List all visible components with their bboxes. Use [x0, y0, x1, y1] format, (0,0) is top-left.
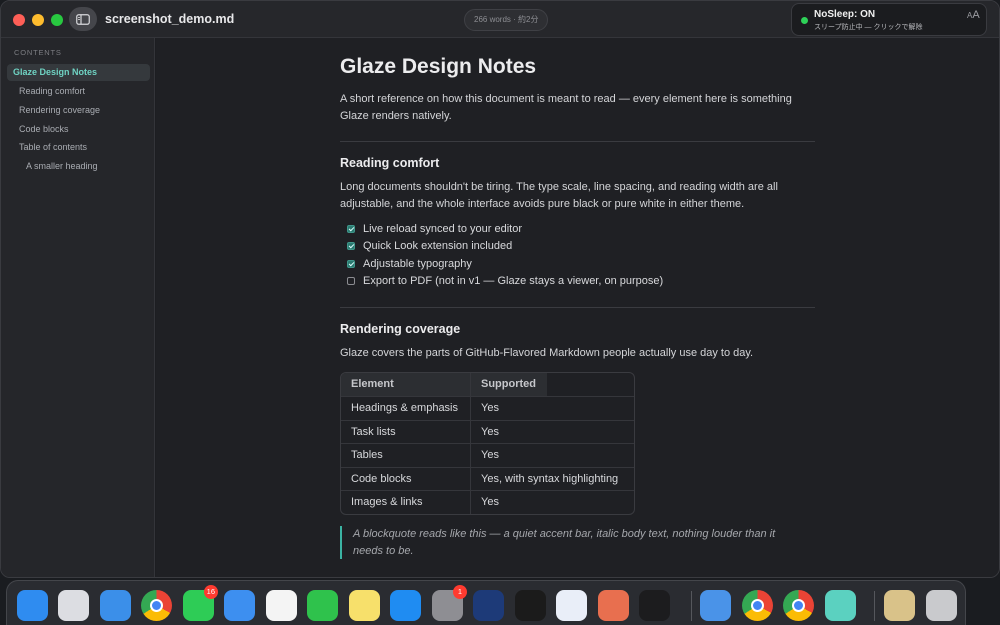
photos-icon[interactable] — [266, 590, 297, 621]
launchpad-icon[interactable] — [58, 590, 89, 621]
safari-icon[interactable] — [100, 590, 131, 621]
table-cell: Tables — [341, 444, 471, 467]
dock-separator — [691, 591, 692, 621]
table-cell: Task lists — [341, 420, 471, 444]
chrome-icon[interactable] — [141, 590, 172, 621]
text-size-button[interactable]: AA — [967, 9, 991, 29]
glaze-icon[interactable] — [825, 590, 856, 621]
task-label: Quick Look extension included — [363, 240, 513, 252]
quote-line-2: needs to be. — [353, 544, 414, 557]
sidebar-icon — [76, 13, 90, 25]
mail-icon[interactable] — [224, 590, 255, 621]
reading-paragraph: Long documents shouldn't be tiring. The … — [340, 179, 778, 212]
messages-icon[interactable]: 16 — [183, 585, 218, 621]
reading-line-2: adjustable, and the whole interface avoi… — [340, 197, 745, 210]
nosleep-notification[interactable]: NoSleep: ON スリープ防止中 — クリックで解除 — [791, 3, 987, 36]
blockquote: A blockquote reads like this — a quiet a… — [340, 526, 815, 559]
trash-icon[interactable] — [926, 590, 957, 621]
document-content[interactable]: Glaze Design Notes A short reference on … — [156, 38, 999, 578]
checkbox-checked[interactable] — [347, 260, 355, 268]
task-label: Adjustable typography — [363, 258, 472, 270]
table-header-cell: Element — [341, 373, 471, 396]
section-heading-rendering-coverage: Rendering coverage — [340, 322, 461, 336]
sidebar-toggle-button[interactable] — [69, 7, 97, 31]
toc-item-reading-comfort[interactable]: Reading comfort — [19, 83, 85, 100]
table-header: Element Supported — [341, 373, 634, 396]
task-item: Export to PDF (not in v1 — Glaze stays a… — [347, 273, 663, 289]
terminal-icon[interactable] — [515, 590, 546, 621]
section-heading-reading-comfort: Reading comfort — [340, 156, 440, 170]
task-item: Adjustable typography — [347, 256, 472, 272]
table-row: Code blocks Yes, with syntax highlightin… — [341, 466, 634, 491]
notification-badge: 16 — [203, 585, 218, 599]
table-cell: Yes — [481, 496, 499, 509]
task-label: Live reload synced to your editor — [363, 223, 522, 235]
table-row: Tables Yes — [341, 443, 634, 467]
word-count-badge: 266 words · 約2分 — [464, 9, 549, 31]
text-size-big: A — [972, 9, 980, 21]
task-item: Quick Look extension included — [347, 238, 512, 254]
task-label: Export to PDF (not in v1 — Glaze stays a… — [363, 275, 664, 287]
toc-item-table-of-contents[interactable]: Table of contents — [19, 139, 87, 156]
chrome-icon-3[interactable] — [783, 590, 814, 621]
table-row: Headings & emphasis Yes — [341, 396, 634, 420]
table-cell: Images & links — [341, 491, 471, 514]
zoom-window-button[interactable] — [51, 14, 63, 26]
notes-icon[interactable] — [349, 590, 380, 621]
notification-title: NoSleep: ON — [814, 9, 876, 20]
apple-configurator-icon[interactable] — [473, 590, 504, 621]
toc-item-rendering-coverage[interactable]: Rendering coverage — [19, 102, 100, 119]
1password-icon[interactable] — [556, 590, 587, 621]
finder-icon[interactable] — [17, 590, 48, 621]
table-cell: Code blocks — [341, 467, 471, 491]
table-cell: Yes, with syntax highlighting — [481, 472, 619, 485]
table-row: Task lists Yes — [341, 419, 634, 444]
divider — [340, 577, 815, 578]
dock-separator — [874, 591, 875, 621]
divider — [340, 141, 815, 142]
desktop: screenshot_demo.md 266 words · 約2分 CONTE… — [0, 0, 1000, 625]
contents-sidebar: CONTENTS Glaze Design Notes Reading comf… — [1, 38, 155, 577]
dots-app-icon[interactable] — [639, 590, 670, 621]
system-settings-icon[interactable]: 1 — [432, 585, 467, 621]
intro-line-1: A short reference on how this document i… — [340, 93, 792, 105]
document-title: screenshot_demo.md — [105, 12, 235, 26]
preview-icon[interactable] — [884, 590, 915, 621]
table-cell: Yes — [481, 425, 499, 438]
table-cell: Yes — [481, 402, 499, 414]
table-header-cell: Supported — [471, 373, 547, 396]
intro-line-2: Glaze renders natively. — [340, 109, 452, 122]
table-row: Images & links Yes — [341, 490, 634, 514]
dock: 16 1 — [6, 580, 966, 625]
claude-icon[interactable] — [598, 590, 629, 621]
facetime-icon[interactable] — [307, 590, 338, 621]
xcode-sim-icon[interactable] — [700, 590, 731, 621]
toc-item-code-blocks[interactable]: Code blocks — [19, 121, 69, 138]
chrome-icon-2[interactable] — [742, 590, 773, 621]
checkbox-checked[interactable] — [347, 242, 355, 250]
notification-subtitle: スリープ防止中 — クリックで解除 — [814, 24, 923, 31]
quote-line-1: A blockquote reads like this — a quiet a… — [353, 528, 776, 540]
reading-line-1: Long documents shouldn't be tiring. The … — [340, 181, 778, 193]
checkbox-checked[interactable] — [347, 225, 355, 233]
toc-item-a-smaller-heading[interactable]: A smaller heading — [26, 158, 98, 175]
support-table: Element Supported Headings & emphasis Ye… — [340, 372, 635, 515]
status-dot-icon — [801, 17, 808, 24]
rendering-paragraph: Glaze covers the parts of GitHub-Flavore… — [340, 347, 754, 359]
page-title: Glaze Design Notes — [340, 55, 537, 78]
task-item: Live reload synced to your editor — [347, 221, 522, 237]
glaze-window: screenshot_demo.md 266 words · 約2分 CONTE… — [0, 0, 1000, 578]
minimize-window-button[interactable] — [32, 14, 44, 26]
app-store-icon[interactable] — [390, 590, 421, 621]
toc-item-glaze-design-notes[interactable]: Glaze Design Notes — [7, 64, 150, 81]
notification-badge: 1 — [453, 585, 467, 599]
divider — [340, 307, 815, 308]
table-cell: Headings & emphasis — [341, 397, 471, 420]
table-cell: Yes — [481, 449, 499, 462]
checkbox-unchecked[interactable] — [347, 277, 355, 285]
intro-paragraph: A short reference on how this document i… — [340, 91, 792, 124]
contents-heading: CONTENTS — [14, 48, 62, 57]
close-window-button[interactable] — [13, 14, 25, 26]
